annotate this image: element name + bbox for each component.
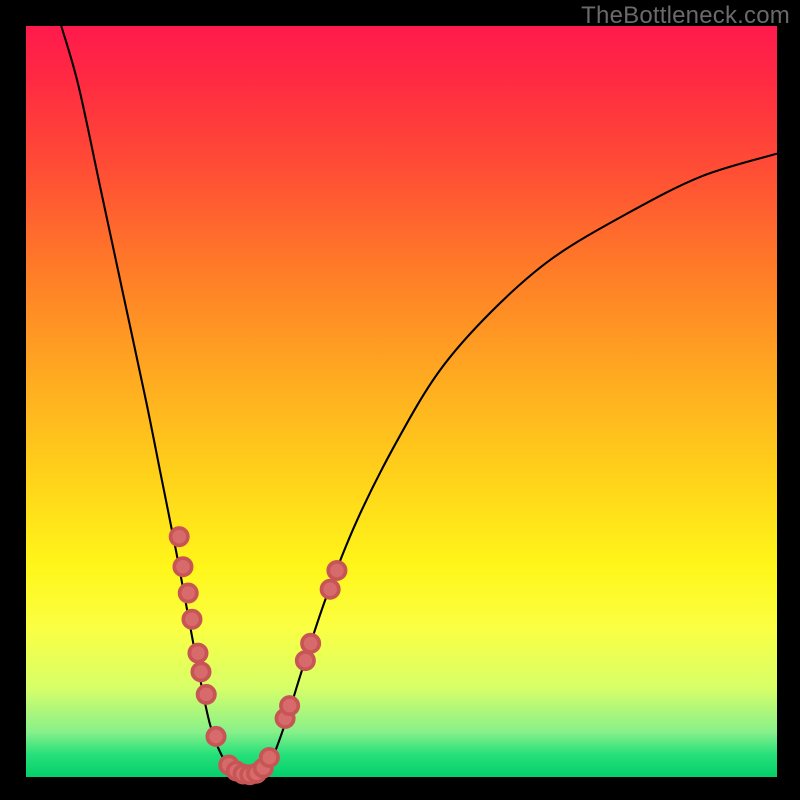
data-dot [198, 686, 215, 703]
data-dot [207, 728, 224, 745]
data-dot [302, 635, 319, 652]
bottleneck-curve [61, 26, 777, 776]
watermark-text: TheBottleneck.com [581, 2, 790, 30]
chart-plot-area [26, 26, 777, 777]
data-dot [322, 581, 339, 598]
data-dot [261, 749, 278, 766]
data-dot [171, 528, 188, 545]
data-dot [281, 697, 298, 714]
data-dot [297, 652, 314, 669]
bottleneck-curve-svg [26, 26, 777, 777]
data-dot [189, 644, 206, 661]
data-dot [180, 584, 197, 601]
data-dots-group [171, 528, 346, 783]
data-dot [183, 611, 200, 628]
data-dot [192, 663, 209, 680]
data-dot [174, 558, 191, 575]
data-dot [328, 562, 345, 579]
